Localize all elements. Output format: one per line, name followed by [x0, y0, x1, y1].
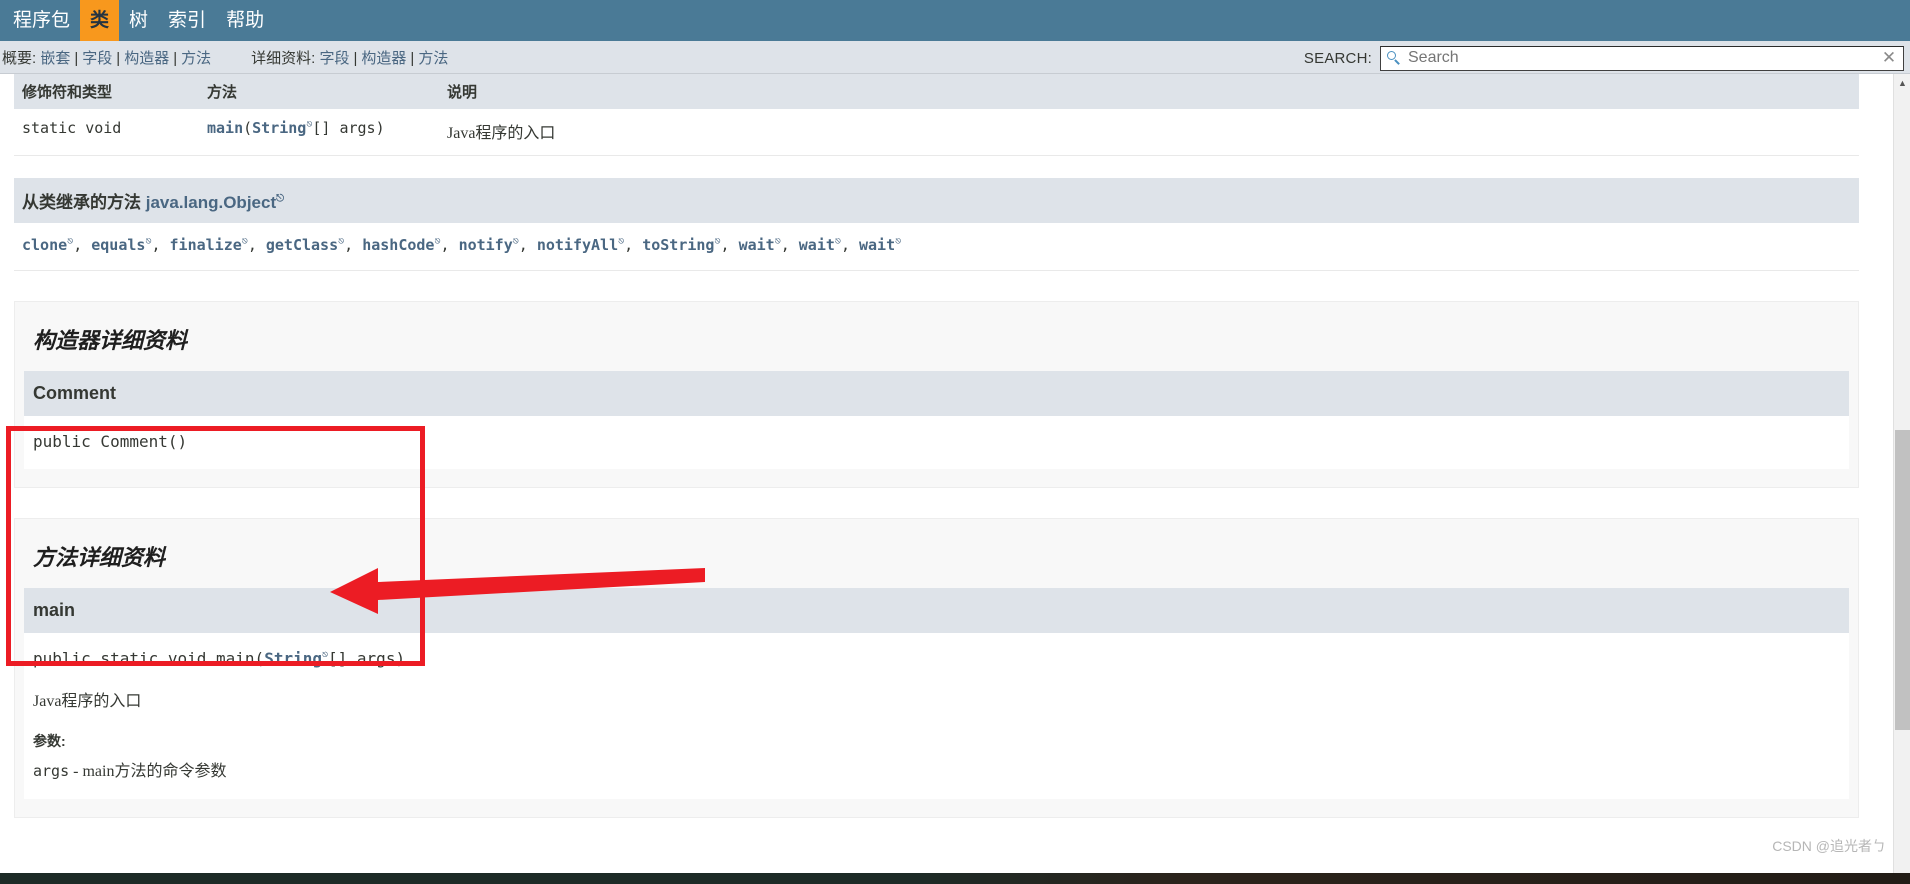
separator: |	[353, 49, 358, 67]
content-area: 修饰符和类型 方法 说明 static void main(String⎋[] …	[0, 74, 1893, 884]
method-link-main[interactable]: main	[207, 119, 243, 137]
search-placeholder: Search	[1408, 49, 1459, 66]
sub-navigation-bar: 概要: 嵌套 | 字段 | 构造器 | 方法 详细资料: 字段 | 构造器 | …	[0, 41, 1910, 74]
top-navigation-list: 程序包 类 树 索引 帮助	[0, 0, 274, 41]
paren: (	[243, 119, 253, 137]
nav-item-tree[interactable]: 树	[119, 0, 158, 41]
method-rest: [] args)	[312, 119, 385, 137]
table-row: static void main(String⎋[] args) Java程序的…	[14, 109, 1859, 156]
method-member-body: public static void main(String⎋[] args) …	[24, 633, 1849, 799]
search-label: SEARCH:	[1303, 49, 1372, 67]
separator: ,	[73, 236, 92, 254]
parameters-label: 参数:	[33, 733, 66, 749]
inherited-method-link[interactable]: notify	[459, 236, 513, 254]
separator: ,	[840, 236, 859, 254]
cell-modifier: static void	[14, 109, 199, 156]
nav-item-classes[interactable]: 类	[80, 0, 120, 41]
inherited-prefix: 从类继承的方法	[22, 193, 146, 212]
separator: |	[173, 49, 178, 67]
sig-suffix: [] args)	[328, 649, 406, 668]
detail-link-constructor[interactable]: 构造器	[361, 47, 406, 68]
detail-link-field[interactable]: 字段	[319, 47, 349, 68]
separator: ,	[247, 236, 266, 254]
external-link-icon: ⎋	[276, 193, 285, 205]
method-description: Java程序的入口	[33, 693, 142, 710]
summary-detail-links: 概要: 嵌套 | 字段 | 构造器 | 方法 详细资料: 字段 | 构造器 | …	[0, 47, 448, 68]
column-header-modifier: 修饰符和类型	[14, 74, 199, 109]
bottom-edge-strip	[0, 873, 1910, 884]
search-icon	[1386, 50, 1402, 66]
watermark: CSDN @追光者ㄅ	[1772, 838, 1886, 854]
method-detail-title: 方法详细资料	[33, 545, 166, 570]
type-link-string[interactable]: String	[252, 119, 306, 137]
separator: ,	[344, 236, 363, 254]
parameter-name: args	[33, 762, 70, 780]
separator: ,	[151, 236, 170, 254]
inherited-class-link[interactable]: java.lang.Object	[146, 193, 276, 212]
separator: ,	[518, 236, 537, 254]
inherited-method-link[interactable]: wait	[799, 236, 835, 254]
summary-link-nested[interactable]: 嵌套	[40, 47, 70, 68]
summary-label: 概要:	[2, 49, 37, 67]
cell-description: Java程序的入口	[439, 109, 1859, 156]
inherited-method-link[interactable]: wait	[859, 236, 895, 254]
left-margin-rail	[0, 74, 14, 884]
method-member-name: main	[24, 588, 1849, 633]
separator: ,	[624, 236, 643, 254]
nav-item-packages[interactable]: 程序包	[3, 0, 80, 41]
scrollbar-thumb[interactable]	[1895, 430, 1910, 730]
top-navigation-bar: 程序包 类 树 索引 帮助	[0, 0, 1910, 41]
parameter-entry: args - main方法的命令参数	[33, 757, 1849, 781]
method-signature: public static void main(String⎋[] args)	[33, 649, 1849, 668]
scroll-up-icon[interactable]: ▲	[1894, 74, 1910, 91]
constructor-member-name: Comment	[24, 371, 1849, 416]
javadoc-page: 程序包 类 树 索引 帮助 概要: 嵌套 | 字段 | 构造器 | 方法 详细资…	[0, 0, 1910, 884]
inherited-method-link[interactable]: hashCode	[362, 236, 434, 254]
method-detail-section: 方法详细资料 main public static void main(Stri…	[14, 518, 1859, 818]
inherited-method-link[interactable]: toString	[642, 236, 714, 254]
search-area: SEARCH: Search ✕	[1304, 45, 1904, 71]
sig-prefix: public static void main(	[33, 649, 265, 668]
external-link-icon: ⎋	[895, 236, 902, 247]
inherited-method-link[interactable]: notifyAll	[537, 236, 618, 254]
detail-label: 详细资料:	[251, 49, 316, 67]
inherited-method-link[interactable]: wait	[739, 236, 775, 254]
constructor-member-body: public Comment()	[24, 416, 1849, 469]
separator: ,	[440, 236, 459, 254]
inherited-method-link[interactable]: finalize	[170, 236, 242, 254]
column-header-method: 方法	[199, 74, 439, 109]
search-input[interactable]: Search ✕	[1380, 45, 1904, 71]
parameter-dash: -	[69, 763, 83, 780]
method-summary-table: 修饰符和类型 方法 说明 static void main(String⎋[] …	[14, 74, 1859, 156]
reset-search-icon[interactable]: ✕	[1877, 47, 1901, 70]
inherited-methods-block: 从类继承的方法 java.lang.Object⎋ clone⎋, equals…	[14, 178, 1859, 271]
type-link-string[interactable]: String	[264, 649, 322, 668]
constructor-detail-section: 构造器详细资料 Comment public Comment()	[14, 301, 1859, 488]
separator: |	[74, 49, 79, 67]
table-header-row: 修饰符和类型 方法 说明	[14, 74, 1859, 109]
inherited-method-link[interactable]: clone	[22, 236, 67, 254]
column-header-description: 说明	[439, 74, 1859, 109]
cell-method: main(String⎋[] args)	[199, 109, 439, 156]
separator: ,	[720, 236, 739, 254]
summary-link-field[interactable]: 字段	[82, 47, 112, 68]
inherited-methods-header: 从类继承的方法 java.lang.Object⎋	[14, 178, 1859, 223]
inherited-methods-list: clone⎋, equals⎋, finalize⎋, getClass⎋, h…	[14, 223, 1859, 271]
inherited-method-link[interactable]: getClass	[266, 236, 338, 254]
nav-item-help[interactable]: 帮助	[216, 0, 274, 41]
parameter-description: main方法的命令参数	[82, 763, 227, 780]
separator: |	[116, 49, 121, 67]
constructor-signature: public Comment()	[33, 432, 188, 451]
summary-link-constructor[interactable]: 构造器	[124, 47, 169, 68]
separator: |	[410, 49, 415, 67]
inherited-method-link[interactable]: equals	[91, 236, 145, 254]
nav-item-index[interactable]: 索引	[158, 0, 216, 41]
summary-link-method[interactable]: 方法	[181, 47, 211, 68]
vertical-scrollbar[interactable]: ▲ ▼	[1893, 74, 1910, 884]
constructor-detail-title: 构造器详细资料	[33, 328, 188, 353]
detail-link-method[interactable]: 方法	[418, 47, 448, 68]
separator: ,	[780, 236, 799, 254]
